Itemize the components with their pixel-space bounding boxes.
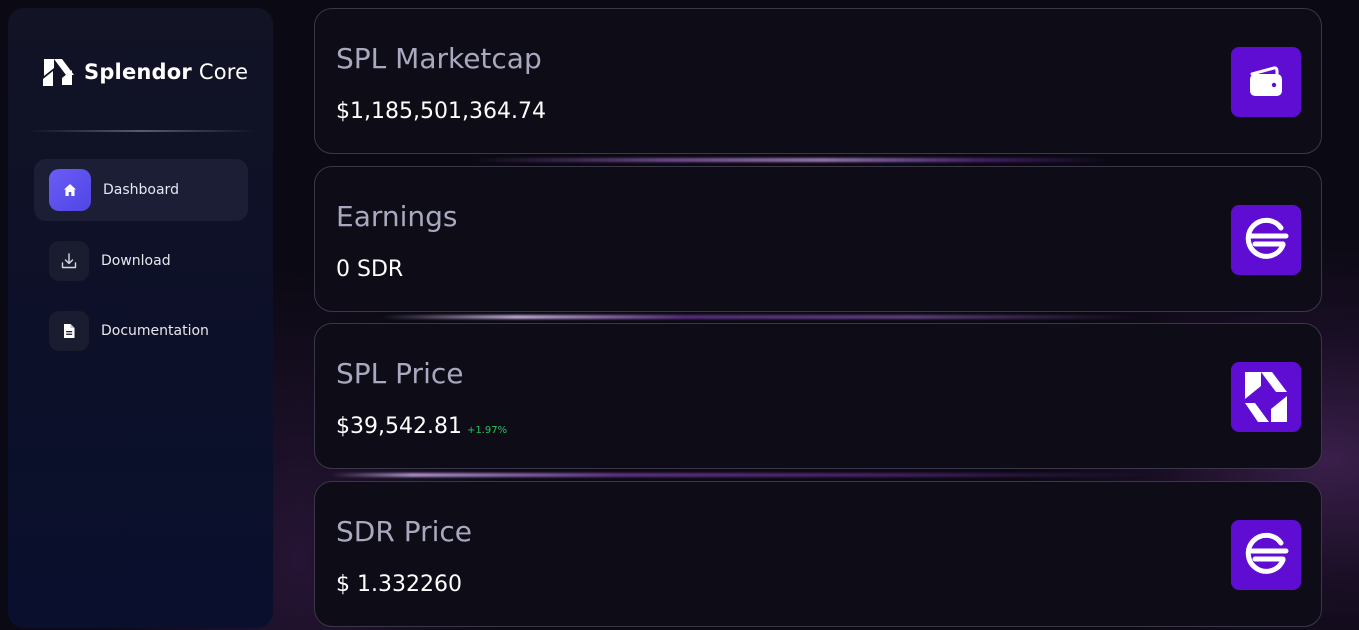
- brand-name-regular: Core: [198, 60, 249, 84]
- home-icon: [49, 169, 91, 211]
- sidebar-item-label: Dashboard: [103, 182, 179, 198]
- card-value-text: 0 SDR: [336, 257, 404, 282]
- sdr-icon: [1231, 205, 1301, 275]
- card-value: 0 SDR: [336, 257, 403, 282]
- brand-name-bold: Splendor: [84, 60, 192, 84]
- card-separator-glow: [470, 158, 1110, 162]
- document-icon: [49, 311, 89, 351]
- card-separator-glow: [380, 315, 1140, 319]
- stat-card-earnings: Earnings 0 SDR: [314, 166, 1322, 312]
- card-separator-glow: [330, 473, 1150, 477]
- sidebar-divider: [28, 130, 256, 132]
- card-value: $ 1.332260: [336, 572, 462, 597]
- sidebar-item-dashboard[interactable]: Dashboard: [34, 159, 248, 221]
- splendor-logo-icon: [1231, 362, 1301, 432]
- wallet-icon: [1231, 47, 1301, 117]
- sidebar-item-label: Documentation: [101, 323, 209, 339]
- sidebar: Splendor Core Dashboard Download Documen…: [8, 8, 273, 628]
- brand[interactable]: Splendor Core: [41, 57, 248, 87]
- price-change-badge: +1.97%: [466, 425, 508, 436]
- card-title: SPL Marketcap: [336, 42, 542, 75]
- card-title: SPL Price: [336, 357, 464, 390]
- card-title: Earnings: [336, 200, 458, 233]
- card-value-text: $ 1.332260: [336, 572, 462, 597]
- download-icon: [49, 241, 89, 281]
- stat-card-sdr-price: SDR Price $ 1.332260: [314, 481, 1322, 627]
- stat-card-spl-marketcap: SPL Marketcap $1,185,501,364.74: [314, 8, 1322, 154]
- card-value: $39,542.81 +1.97%: [336, 414, 507, 439]
- card-value-text: $1,185,501,364.74: [336, 99, 546, 124]
- stat-card-spl-price: SPL Price $39,542.81 +1.97%: [314, 323, 1322, 469]
- sidebar-item-documentation[interactable]: Documentation: [34, 300, 248, 362]
- sidebar-item-label: Download: [101, 253, 171, 269]
- splendor-logo-icon: [41, 57, 75, 87]
- sidebar-item-download[interactable]: Download: [34, 230, 248, 292]
- sdr-icon: [1231, 520, 1301, 590]
- brand-name: Splendor Core: [84, 60, 248, 84]
- card-value-text: $39,542.81: [336, 414, 462, 439]
- card-value: $1,185,501,364.74: [336, 99, 546, 124]
- card-title: SDR Price: [336, 515, 472, 548]
